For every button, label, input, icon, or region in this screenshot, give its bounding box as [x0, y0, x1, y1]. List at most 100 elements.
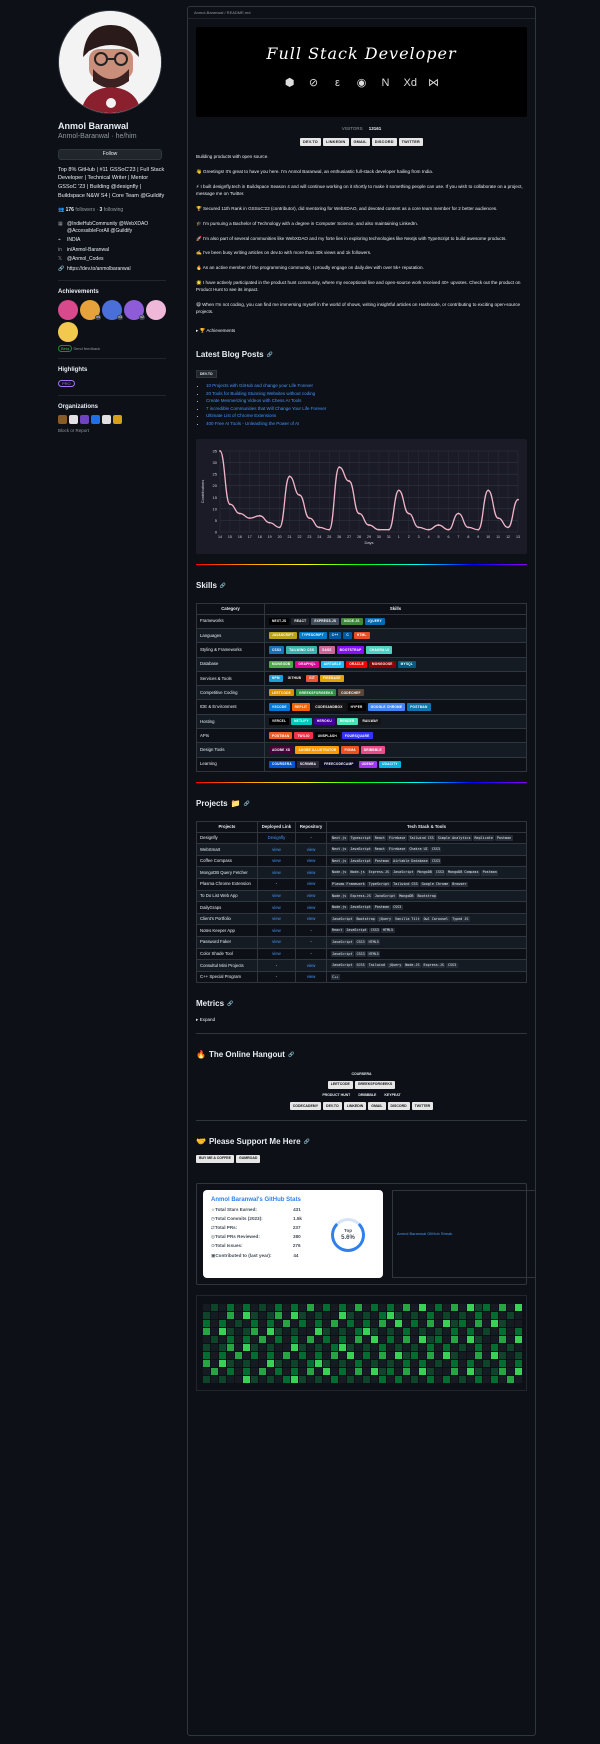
hangout-badge-codecademy[interactable]: CODECADEMY — [289, 1102, 322, 1110]
github-stats-card[interactable]: Anmol Baranwal's GitHub Stats ☆ Total St… — [203, 1189, 383, 1278]
social-badge-gmail[interactable]: GMAIL — [350, 138, 370, 147]
blog-post-link[interactable]: Create Mesmerizing Videos with Chess AI … — [206, 398, 301, 403]
achievement-badge[interactable] — [58, 321, 78, 342]
anchor-link-icon[interactable]: 🔗 — [244, 801, 250, 808]
organization-avatar[interactable] — [113, 414, 122, 424]
project-deployed-link[interactable]: view — [272, 893, 281, 898]
anchor-link-icon[interactable]: 🔗 — [220, 583, 226, 590]
project-repo-link[interactable]: view — [307, 881, 316, 886]
blog-post-link[interactable]: 400 Free AI Tools - Unleashing the Power… — [206, 421, 299, 426]
skill-badge[interactable]: DRIBBBLE — [360, 746, 385, 754]
skill-badge[interactable]: LEETCODE — [269, 689, 294, 697]
skill-badge[interactable]: FIREBASE — [320, 674, 344, 683]
skill-badge[interactable]: GRAPHQL — [295, 660, 319, 668]
skill-badge[interactable]: GOOGLE CHROME — [367, 703, 406, 711]
skill-badge[interactable]: UNSPLASH — [314, 732, 340, 740]
skill-badge[interactable]: RAILWAY — [359, 717, 382, 726]
project-deployed-link[interactable]: view — [272, 939, 281, 944]
blog-post-link[interactable]: 7 incredible Communities that Will Chang… — [206, 406, 326, 411]
skill-badge[interactable]: C++ — [328, 631, 342, 640]
followers-count[interactable]: 176 — [66, 207, 74, 213]
blog-post-link[interactable]: Ultimate List of Chrome Extensions — [206, 413, 276, 418]
skill-badge[interactable]: MYSQL — [397, 660, 416, 668]
hangout-badge-producthunt[interactable]: PRODUCT HUNT — [319, 1091, 354, 1100]
skill-badge[interactable]: SASS — [319, 646, 335, 654]
skill-badge[interactable]: CHAKRA UI — [366, 646, 393, 654]
project-repo-link[interactable]: view — [307, 916, 316, 921]
skill-badge[interactable]: GIT — [306, 674, 319, 683]
avatar[interactable] — [58, 10, 162, 114]
project-repo-link[interactable]: view — [307, 905, 316, 910]
beta-feedback[interactable]: Beta Send feedback — [58, 344, 166, 352]
skill-badge[interactable]: ADOBE XD — [269, 746, 294, 754]
block-report-link[interactable]: Block or Report — [58, 428, 166, 434]
achievements-details[interactable]: ▸ 🏆 Achievements — [196, 328, 527, 334]
info-linkedin[interactable]: in in/Anmol-Baranwal — [58, 247, 166, 254]
social-badge-devto[interactable]: DEV.TO — [300, 138, 321, 147]
project-repo-link[interactable]: view — [307, 893, 316, 898]
readme-path[interactable]: Anmol-Baranwal / README.md — [188, 7, 535, 19]
following-label[interactable]: following — [104, 207, 123, 213]
project-deployed-link[interactable]: view — [272, 847, 281, 852]
project-deployed-link[interactable]: view — [272, 916, 281, 921]
skill-badge[interactable]: NEXT.JS — [269, 617, 290, 625]
project-deployed-link[interactable]: view — [272, 870, 281, 875]
skill-badge[interactable]: REPLIT — [291, 703, 311, 711]
skill-badge[interactable]: NETLIFY — [291, 717, 312, 726]
info-linkedin-text[interactable]: in/Anmol-Baranwal — [67, 247, 109, 254]
skill-badge[interactable]: JAVASCRIPT — [269, 631, 297, 640]
skill-badge[interactable]: VERCEL — [269, 717, 290, 726]
achievements-title[interactable]: Achievements — [58, 288, 166, 296]
skill-badge[interactable]: CODECHEF — [338, 689, 364, 697]
achievement-badge[interactable]: x3 — [102, 299, 123, 320]
streak-image-alt[interactable]: Anmol Baranwal GitHub Streak — [392, 1189, 535, 1278]
social-badge-twitter[interactable]: TWITTER — [398, 138, 423, 147]
gumroad-badge[interactable]: GUMROAD — [235, 1154, 261, 1163]
skill-badge[interactable]: GREEKSFORGEEKS — [295, 689, 337, 697]
social-badge-linkedin[interactable]: LINKEDIN — [322, 138, 349, 147]
hangout-badge-coursera[interactable]: COURSERA — [348, 1070, 375, 1078]
achievement-badge[interactable] — [58, 299, 78, 320]
skill-badge[interactable]: RENDER — [336, 717, 358, 726]
social-badge-discord[interactable]: DISCORD — [371, 138, 397, 147]
skill-badge[interactable]: UDEMY — [358, 760, 378, 769]
organization-avatar[interactable] — [91, 414, 100, 424]
followers-label[interactable]: followers · — [75, 207, 98, 213]
hangout-badge-twitter[interactable]: TWITTER — [411, 1102, 434, 1110]
project-deployed-link[interactable]: view — [272, 928, 281, 933]
skill-badge[interactable]: HTML — [353, 631, 370, 640]
hangout-badge-linkedin[interactable]: LINKEDIN — [343, 1102, 367, 1110]
skill-badge[interactable]: SCRIMBA — [296, 760, 320, 769]
info-twitter-text[interactable]: @Anmol_Codes — [67, 256, 103, 263]
following-count[interactable]: 3 — [100, 207, 103, 213]
info-website[interactable]: 🔗 https://dev.to/anmolbaranwal — [58, 266, 166, 273]
skill-badge[interactable]: TAILWIND CSS — [286, 646, 318, 654]
skill-badge[interactable]: VSCODE — [269, 703, 290, 711]
metrics-expand[interactable]: ▸ Expand — [196, 1017, 527, 1023]
skill-badge[interactable]: AIRTABLE — [320, 660, 345, 668]
skill-badge[interactable]: MONGOOSE — [368, 660, 396, 668]
buy-me-a-coffee-badge[interactable]: BUY ME A COFFEE — [196, 1154, 234, 1163]
blog-post-link[interactable]: 10 Projects with GitHub and change your … — [206, 383, 313, 388]
project-deployed-link[interactable]: view — [272, 858, 281, 863]
beta-feedback-link[interactable]: Send feedback — [73, 346, 100, 351]
skill-badge[interactable]: JQUERY — [364, 617, 385, 625]
anchor-link-icon[interactable]: 🔗 — [267, 352, 273, 359]
hangout-badge-leetcode[interactable]: LEETCODE — [327, 1080, 353, 1089]
hangout-badge-keypeat[interactable]: KEYPEAT — [381, 1091, 404, 1100]
project-deployed-link[interactable]: view — [272, 905, 281, 910]
project-deployed-link[interactable]: Designfly — [268, 835, 286, 840]
skill-badge[interactable]: POSTMAN — [407, 703, 431, 711]
hangout-badge-greeksforgeeks[interactable]: GREEKSFORGEEKS — [354, 1080, 396, 1089]
skill-badge[interactable]: REACT — [291, 617, 310, 625]
skill-badge[interactable]: C — [343, 631, 352, 640]
devto-badge[interactable]: DEV.TO — [196, 369, 217, 379]
follow-button[interactable]: Follow — [58, 148, 162, 160]
skill-badge[interactable]: UDACITY — [379, 760, 401, 769]
skill-badge[interactable]: POSTMAN — [269, 732, 293, 740]
organization-avatar[interactable] — [80, 414, 89, 424]
blog-post-link[interactable]: 20 Tools for Building Stunning Websites … — [206, 391, 315, 396]
skill-badge[interactable]: ORACLE — [346, 660, 367, 668]
skill-badge[interactable]: ADOBE ILLUSTRATOR — [295, 746, 340, 754]
organization-avatar[interactable] — [69, 414, 78, 424]
